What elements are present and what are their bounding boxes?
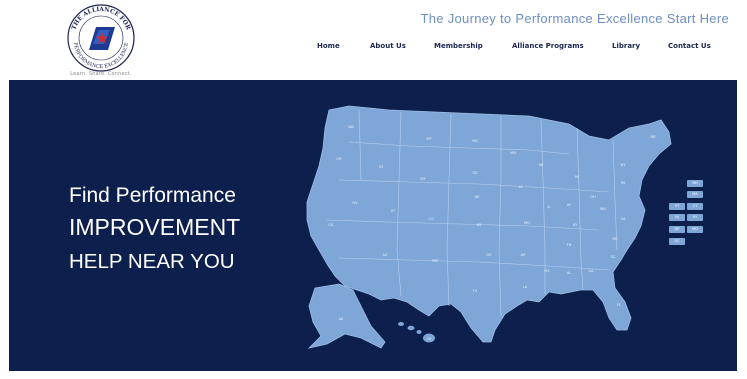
state-button-de[interactable]: DE: [669, 226, 685, 233]
state-button-vt[interactable]: VT: [669, 203, 685, 210]
state-label: OR: [336, 157, 342, 161]
nav-home[interactable]: Home: [317, 42, 340, 50]
state-label: VA: [621, 217, 626, 221]
state-label: MI: [575, 175, 579, 179]
nav-membership[interactable]: Membership: [434, 42, 483, 50]
state-label: MS: [544, 269, 550, 273]
state-label: AZ: [383, 253, 388, 257]
nav-library[interactable]: Library: [612, 42, 640, 50]
state-label: SC: [611, 255, 616, 259]
state-label: LA: [523, 285, 528, 289]
site-header: THE ALLIANCE FOR PERFORMANCE EXCELLENCE …: [0, 0, 747, 80]
hero-heading-line3: HELP NEAR YOU: [69, 250, 235, 273]
state-button-nj[interactable]: NJ: [669, 214, 685, 221]
state-label: NV: [352, 201, 358, 205]
state-label: PA: [621, 181, 626, 185]
state-label: WI: [539, 163, 544, 167]
state-label: AL: [567, 271, 571, 275]
state-label: WV: [600, 207, 607, 211]
state-label: ID: [379, 165, 383, 169]
state-label: NC: [612, 237, 618, 241]
hero-banner: WA OR ID MT ND MN WI MI NY ME CA NV UT W…: [9, 80, 737, 371]
state-label: HI: [427, 337, 431, 341]
state-button-md[interactable]: MD: [687, 226, 703, 233]
state-label: AR: [521, 253, 526, 257]
state-label: WA: [348, 125, 354, 129]
main-nav: Home About Us Membership Alliance Progra…: [0, 42, 747, 56]
state-label: OK: [486, 253, 492, 257]
state-label: IL: [547, 205, 550, 209]
state-label: MT: [426, 137, 432, 141]
nav-contact-us[interactable]: Contact Us: [668, 42, 711, 50]
state-label: NM: [432, 259, 438, 263]
state-label: IN: [567, 203, 571, 207]
site-headline: The Journey to Performance Excellence St…: [420, 11, 729, 26]
alliance-logo[interactable]: THE ALLIANCE FOR PERFORMANCE EXCELLENCE: [60, 3, 142, 79]
hero-heading-line1: Find Performance: [69, 184, 236, 207]
state-label: NY: [621, 163, 627, 167]
state-button-nh[interactable]: NH: [687, 180, 703, 187]
state-label: AK: [339, 317, 344, 321]
state-label: SD: [472, 171, 477, 175]
state-label: ME: [650, 135, 656, 139]
state-label: GA: [588, 269, 594, 273]
state-label: MN: [510, 151, 516, 155]
state-label: IA: [519, 185, 523, 189]
state-label: TN: [566, 243, 572, 247]
nav-about-us[interactable]: About Us: [370, 42, 406, 50]
state-button-ma[interactable]: MA: [687, 191, 703, 198]
state-label: KS: [477, 223, 482, 227]
state-button-ct[interactable]: CT: [687, 203, 703, 210]
state-label: MO: [524, 221, 530, 225]
state-label: ND: [472, 139, 478, 143]
state-label: OH: [590, 195, 596, 199]
state-label: UT: [391, 209, 397, 213]
logo-tagline: Learn. Share. Connect.: [70, 71, 132, 77]
state-label: WY: [420, 177, 427, 181]
state-label: FL: [617, 303, 621, 307]
nav-alliance-programs[interactable]: Alliance Programs: [512, 42, 584, 50]
hero-heading-line2: IMPROVEMENT: [69, 214, 241, 240]
state-label: CA: [329, 223, 335, 227]
state-label: NE: [475, 195, 481, 199]
state-label: CO: [428, 217, 434, 221]
state-button-ri[interactable]: RI: [687, 214, 703, 221]
state-button-dc[interactable]: DC: [669, 238, 685, 245]
state-label: TX: [472, 289, 478, 293]
